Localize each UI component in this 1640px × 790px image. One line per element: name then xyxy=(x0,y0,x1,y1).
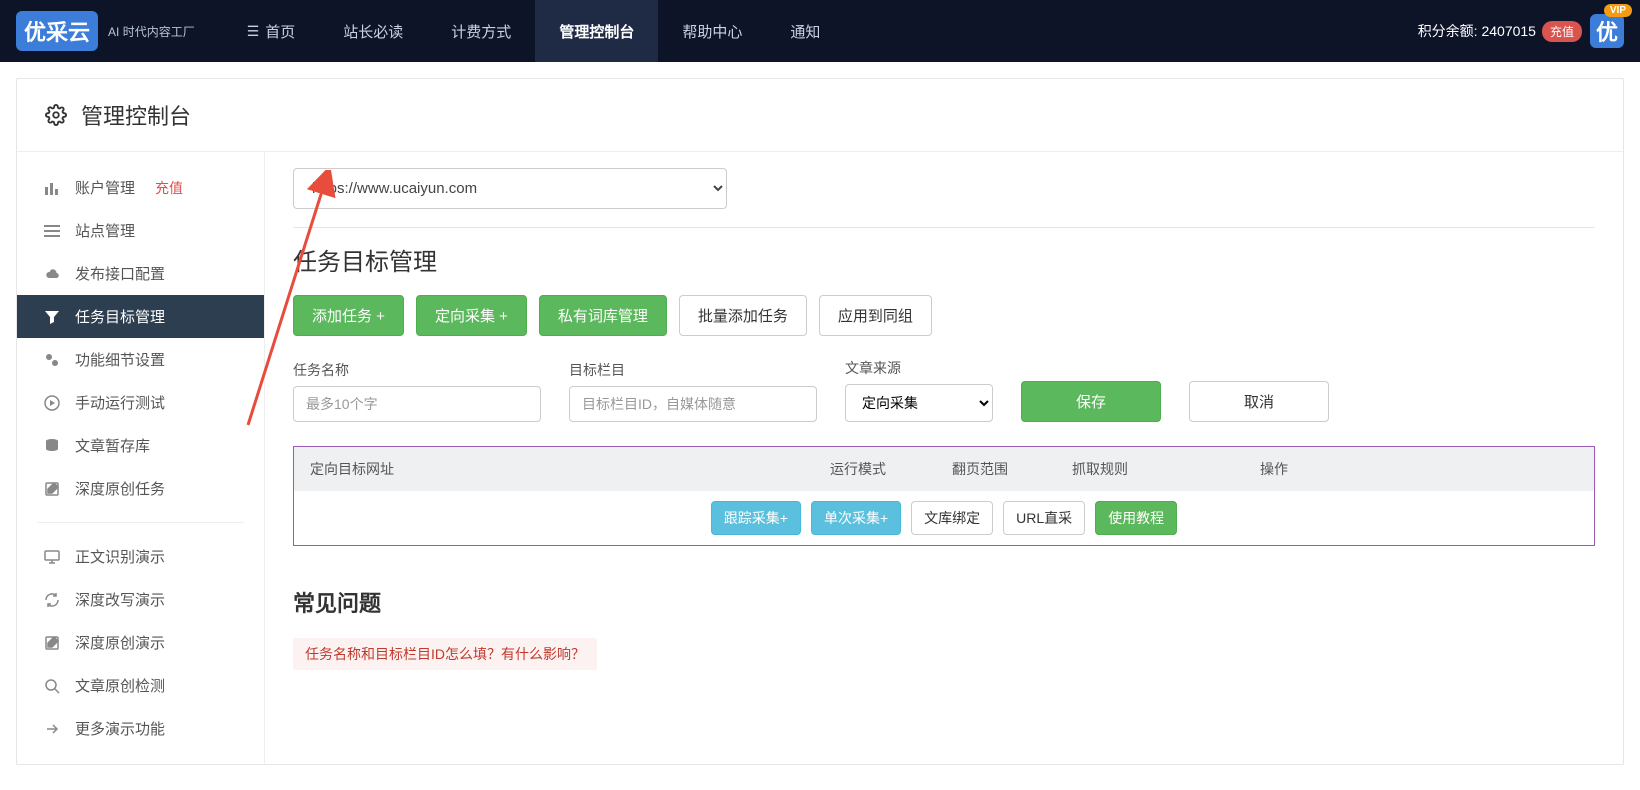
nav-must-read[interactable]: 站长必读 xyxy=(319,0,427,62)
recharge-button[interactable]: 充值 xyxy=(1542,21,1582,42)
content-area: https://www.ucaiyun.com 任务目标管理 添加任务 + 定向… xyxy=(265,152,1623,764)
nav-console[interactable]: 管理控制台 xyxy=(535,0,658,62)
list-icon xyxy=(43,223,61,239)
source-label: 文章来源 xyxy=(845,358,993,378)
sidebar-item-text-demo[interactable]: 正文识别演示 xyxy=(17,535,264,578)
sidebar-item-more-demo[interactable]: 更多演示功能 xyxy=(17,707,264,750)
source-select[interactable]: 定向采集 xyxy=(845,384,993,422)
sidebar-item-storage[interactable]: 文章暂存库 xyxy=(17,424,264,467)
sidebar-item-original-demo[interactable]: 深度原创演示 xyxy=(17,621,264,664)
th-mode: 运行模式 xyxy=(830,459,952,479)
action-buttons: 添加任务 + 定向采集 + 私有词库管理 批量添加任务 应用到同组 xyxy=(293,295,1595,336)
search-icon xyxy=(43,678,61,694)
add-task-button[interactable]: 添加任务 + xyxy=(293,295,404,336)
th-range: 翻页范围 xyxy=(952,459,1072,479)
logo[interactable]: 优采云 xyxy=(16,11,98,51)
sidebar-recharge-link[interactable]: 充值 xyxy=(155,178,183,198)
sidebar: 账户管理 充值 站点管理 发布接口配置 任务目标管理 功能细节设置 xyxy=(17,152,265,764)
tutorial-button[interactable]: 使用教程 xyxy=(1095,501,1177,535)
panel-header: 管理控制台 xyxy=(17,79,1623,152)
sidebar-item-settings[interactable]: 功能细节设置 xyxy=(17,338,264,381)
list-icon: ☰ xyxy=(247,23,260,40)
task-name-label: 任务名称 xyxy=(293,360,541,380)
play-icon xyxy=(43,395,61,411)
refresh-icon xyxy=(43,592,61,608)
faq-title: 常见问题 xyxy=(293,586,1595,618)
task-form: 任务名称 目标栏目 文章来源 定向采集 xyxy=(293,358,1595,422)
section-title: 任务目标管理 xyxy=(293,242,1595,277)
track-collect-button[interactable]: 跟踪采集+ xyxy=(711,501,801,535)
batch-add-button[interactable]: 批量添加任务 xyxy=(679,295,807,336)
sidebar-item-rewrite-demo[interactable]: 深度改写演示 xyxy=(17,578,264,621)
nav-help[interactable]: 帮助中心 xyxy=(658,0,766,62)
edit-icon xyxy=(43,635,61,651)
sidebar-item-publish[interactable]: 发布接口配置 xyxy=(17,252,264,295)
th-action: 操作 xyxy=(1260,459,1578,479)
th-url: 定向目标网址 xyxy=(310,459,830,479)
logo-text: 优采云 xyxy=(24,15,90,47)
chart-bar-icon xyxy=(43,180,61,196)
cancel-button[interactable]: 取消 xyxy=(1189,381,1329,422)
monitor-icon xyxy=(43,549,61,565)
sidebar-divider xyxy=(37,522,244,523)
sidebar-item-account[interactable]: 账户管理 充值 xyxy=(17,166,264,209)
th-rule: 抓取规则 xyxy=(1072,459,1260,479)
user-avatar[interactable]: 优 VIP xyxy=(1590,14,1624,48)
private-dict-button[interactable]: 私有词库管理 xyxy=(539,295,667,336)
nav-notify[interactable]: 通知 xyxy=(766,0,844,62)
main-panel: 管理控制台 账户管理 充值 站点管理 发布接口配置 xyxy=(16,78,1624,765)
points-balance: 积分余额: 2407015 xyxy=(1418,21,1536,41)
filter-icon xyxy=(43,309,61,325)
task-name-input[interactable] xyxy=(293,386,541,422)
targeted-collect-button[interactable]: 定向采集 + xyxy=(416,295,527,336)
nav-home[interactable]: ☰ 首页 xyxy=(223,0,320,62)
target-table: 定向目标网址 运行模式 翻页范围 抓取规则 操作 跟踪采集+ 单次采集+ 文库绑… xyxy=(293,446,1595,546)
nav-billing[interactable]: 计费方式 xyxy=(427,0,535,62)
gear-icon xyxy=(45,104,67,126)
sidebar-item-task-target[interactable]: 任务目标管理 xyxy=(17,295,264,338)
target-column-input[interactable] xyxy=(569,386,817,422)
target-column-label: 目标栏目 xyxy=(569,360,817,380)
url-direct-button[interactable]: URL直采 xyxy=(1003,501,1085,535)
vip-badge: VIP xyxy=(1604,4,1632,17)
table-header: 定向目标网址 运行模式 翻页范围 抓取规则 操作 xyxy=(294,447,1594,491)
logo-subtitle: AI 时代内容工厂 xyxy=(108,23,195,40)
sidebar-item-manual-run[interactable]: 手动运行测试 xyxy=(17,381,264,424)
site-select[interactable]: https://www.ucaiyun.com xyxy=(293,168,727,209)
avatar-icon: 优 xyxy=(1590,14,1624,48)
save-button[interactable]: 保存 xyxy=(1021,381,1161,422)
panel-title: 管理控制台 xyxy=(81,99,191,131)
cogs-icon xyxy=(43,352,61,368)
lib-bind-button[interactable]: 文库绑定 xyxy=(911,501,993,535)
apply-group-button[interactable]: 应用到同组 xyxy=(819,295,932,336)
divider xyxy=(293,227,1595,228)
cloud-icon xyxy=(43,266,61,282)
share-icon xyxy=(43,721,61,737)
single-collect-button[interactable]: 单次采集+ xyxy=(811,501,901,535)
sidebar-item-site[interactable]: 站点管理 xyxy=(17,209,264,252)
table-action-row: 跟踪采集+ 单次采集+ 文库绑定 URL直采 使用教程 xyxy=(294,491,1594,545)
faq-item[interactable]: 任务名称和目标栏目ID怎么填？有什么影响？ xyxy=(293,638,597,670)
top-navbar: 优采云 AI 时代内容工厂 ☰ 首页 站长必读 计费方式 管理控制台 帮助中心 … xyxy=(0,0,1640,62)
sidebar-item-deep-original[interactable]: 深度原创任务 xyxy=(17,467,264,510)
sidebar-item-check[interactable]: 文章原创检测 xyxy=(17,664,264,707)
database-icon xyxy=(43,438,61,454)
edit-icon xyxy=(43,481,61,497)
